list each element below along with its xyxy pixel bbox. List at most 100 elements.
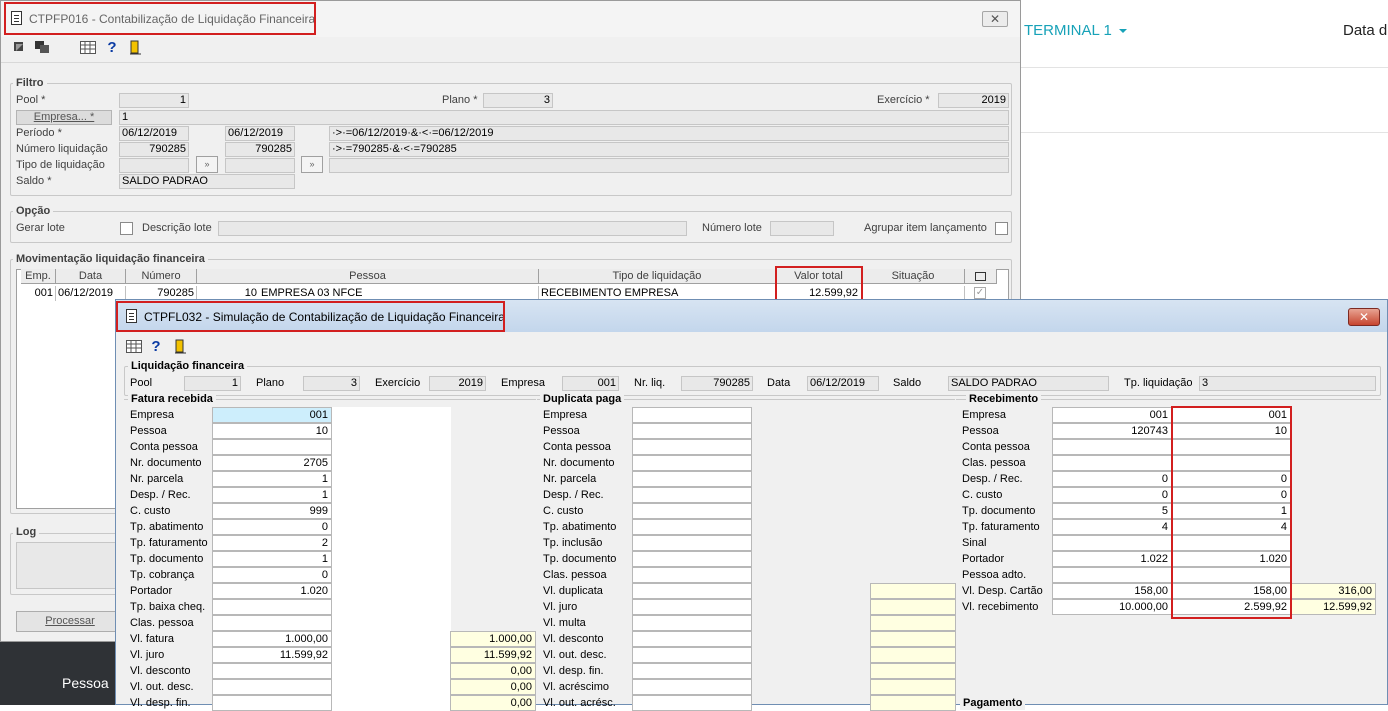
tp-liquidacao-field[interactable]: 3 [1199, 376, 1376, 391]
duplicata-row-value[interactable] [632, 407, 752, 423]
window-simulacao: CTPFL032 - Simulação de Contabilização d… [115, 299, 1388, 711]
duplicata-row-value[interactable] [632, 439, 752, 455]
duplicata-row-value[interactable] [632, 567, 752, 583]
duplicata-row-value[interactable] [632, 695, 752, 711]
col-header-tipo[interactable]: Tipo de liquidação [539, 269, 776, 284]
periodo-to-field[interactable]: 06/12/2019 [225, 126, 295, 141]
duplicata-row-value[interactable] [632, 423, 752, 439]
fatura-row-value[interactable]: 2 [212, 535, 332, 551]
recebimento-row-value-a[interactable] [1052, 455, 1172, 471]
recebimento-row-value-a[interactable] [1052, 567, 1172, 583]
exit-icon[interactable] [127, 39, 143, 55]
numero-lote-field[interactable] [770, 221, 834, 236]
tipo-to-lookup-button[interactable]: » [301, 156, 323, 173]
grid-icon[interactable] [126, 338, 142, 354]
recebimento-row-value-a[interactable]: 0 [1052, 487, 1172, 503]
duplicata-row-value[interactable] [632, 519, 752, 535]
fatura-row-value[interactable]: 001 [212, 407, 332, 423]
gerar-lote-checkbox[interactable] [120, 222, 133, 235]
duplicata-row-value[interactable] [632, 615, 752, 631]
fatura-row-value[interactable]: 999 [212, 503, 332, 519]
plano-field[interactable]: 3 [483, 93, 553, 108]
duplicata-row-value[interactable] [632, 583, 752, 599]
col-header-data[interactable]: Data [56, 269, 126, 284]
saldo-field[interactable]: SALDO PADRAO [948, 376, 1109, 391]
tipo-from-lookup-button[interactable]: » [196, 156, 218, 173]
fatura-row-value[interactable] [212, 679, 332, 695]
recebimento-row-value-a[interactable] [1052, 439, 1172, 455]
tipo-to-field[interactable] [225, 158, 295, 173]
duplicata-row-value[interactable] [632, 663, 752, 679]
duplicata-row-value[interactable] [632, 471, 752, 487]
divider [1020, 132, 1388, 133]
terminal-menu[interactable]: TERMINAL 1 [1024, 22, 1127, 39]
recebimento-row-value-a[interactable] [1052, 535, 1172, 551]
fatura-row-value[interactable] [212, 439, 332, 455]
recebimento-row-value-a[interactable]: 5 [1052, 503, 1172, 519]
fatura-row-value[interactable]: 2705 [212, 455, 332, 471]
recebimento-row-value-a[interactable]: 0 [1052, 471, 1172, 487]
duplicata-row-value[interactable] [632, 487, 752, 503]
empresa-button[interactable]: Empresa... * [16, 110, 112, 125]
save-icon[interactable] [34, 39, 50, 55]
duplicata-row-value[interactable] [632, 455, 752, 471]
fatura-row-value[interactable]: 1.020 [212, 583, 332, 599]
exercicio-field[interactable]: 2019 [429, 376, 486, 391]
col-header-emp[interactable]: Emp. [21, 269, 56, 284]
recebimento-row-value-a[interactable]: 158,00 [1052, 583, 1172, 599]
duplicata-row-value[interactable] [632, 551, 752, 567]
numero-from-field[interactable]: 790285 [119, 142, 189, 157]
recebimento-row-value-a[interactable]: 120743 [1052, 423, 1172, 439]
plano-field[interactable]: 3 [303, 376, 360, 391]
col-header-select[interactable] [965, 269, 997, 284]
nrliq-field[interactable]: 790285 [681, 376, 753, 391]
col-header-pessoa[interactable]: Pessoa [197, 269, 539, 284]
fatura-row-value[interactable]: 11.599,92 [212, 647, 332, 663]
duplicata-row-value[interactable] [632, 503, 752, 519]
recebimento-row-value-a[interactable]: 1.022 [1052, 551, 1172, 567]
fatura-row-value[interactable]: 1 [212, 551, 332, 567]
exercicio-field[interactable]: 2019 [938, 93, 1009, 108]
numero-to-field[interactable]: 790285 [225, 142, 295, 157]
fatura-row-value[interactable]: 0 [212, 567, 332, 583]
tipo-from-field[interactable] [119, 158, 189, 173]
fatura-row-value[interactable] [212, 695, 332, 711]
agrupar-checkbox[interactable] [995, 222, 1008, 235]
fatura-row-value[interactable]: 1.000,00 [212, 631, 332, 647]
duplicata-row-value[interactable] [632, 679, 752, 695]
saldo-field[interactable]: SALDO PADRAO [119, 174, 295, 189]
processar-button[interactable]: Processar [16, 611, 124, 632]
row-checkbox[interactable]: ✓ [974, 287, 986, 299]
pool-field[interactable]: 1 [184, 376, 241, 391]
close-button[interactable]: ✕ [1348, 308, 1380, 326]
help-icon[interactable]: ? [148, 338, 164, 355]
duplicata-row-value[interactable] [632, 535, 752, 551]
help-icon[interactable]: ? [104, 39, 120, 56]
fatura-row-value[interactable] [212, 663, 332, 679]
periodo-from-field[interactable]: 06/12/2019 [119, 126, 189, 141]
empresa-field[interactable]: 001 [562, 376, 619, 391]
grid-icon[interactable] [80, 39, 96, 55]
fatura-row-value[interactable]: 0 [212, 519, 332, 535]
duplicata-row-total [870, 647, 956, 663]
first-record-icon[interactable] [11, 39, 27, 55]
recebimento-row-value-a[interactable]: 001 [1052, 407, 1172, 423]
exit-icon[interactable] [172, 338, 188, 354]
duplicata-row-value[interactable] [632, 599, 752, 615]
recebimento-row-value-a[interactable]: 10.000,00 [1052, 599, 1172, 615]
fatura-row-value[interactable]: 1 [212, 487, 332, 503]
recebimento-row-value-a[interactable]: 4 [1052, 519, 1172, 535]
col-header-situacao[interactable]: Situação [862, 269, 965, 284]
duplicata-row-value[interactable] [632, 647, 752, 663]
descricao-lote-field[interactable] [218, 221, 687, 236]
duplicata-row-value[interactable] [632, 631, 752, 647]
fatura-row-value[interactable]: 10 [212, 423, 332, 439]
fatura-row-value[interactable] [212, 615, 332, 631]
fatura-row-value[interactable]: 1 [212, 471, 332, 487]
pool-field[interactable]: 1 [119, 93, 189, 108]
col-header-numero[interactable]: Número [126, 269, 197, 284]
close-button[interactable]: ✕ [982, 11, 1008, 27]
fatura-row-value[interactable] [212, 599, 332, 615]
empresa-field[interactable]: 1 [119, 110, 1009, 125]
data-field[interactable]: 06/12/2019 [807, 376, 879, 391]
